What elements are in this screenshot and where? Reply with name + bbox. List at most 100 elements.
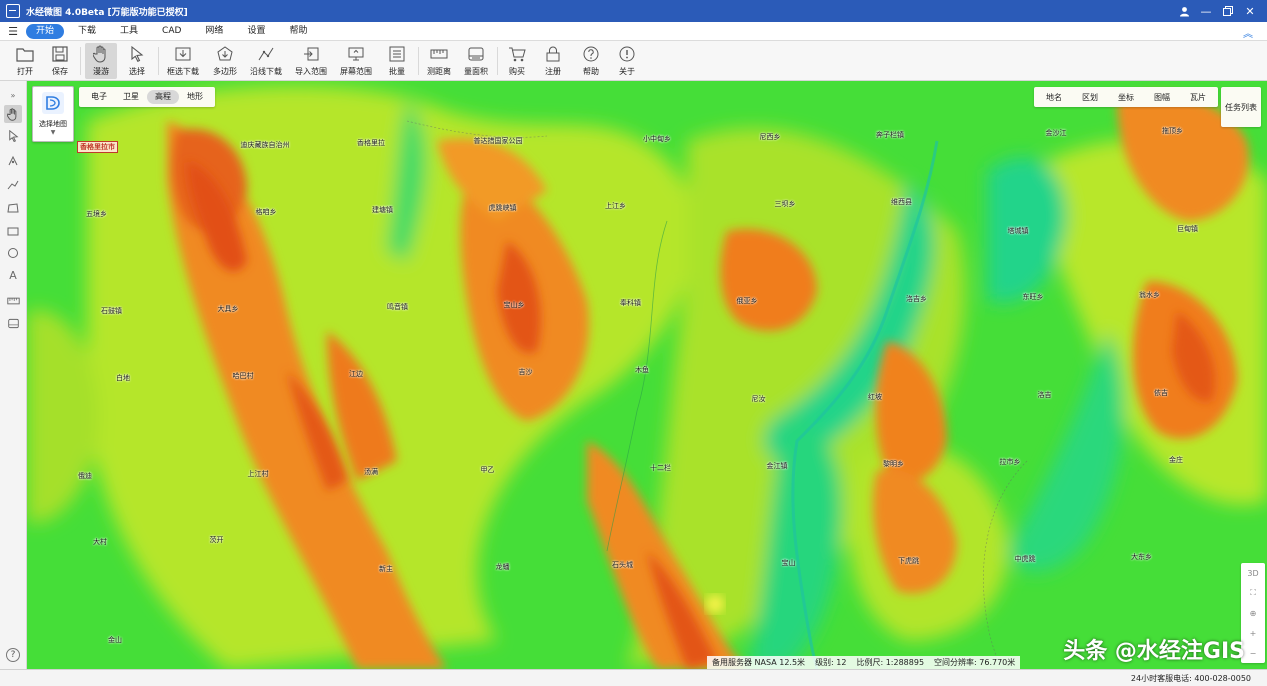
- area-tool-icon[interactable]: [4, 314, 22, 332]
- box-download-icon: [174, 45, 192, 63]
- box-download-button[interactable]: 框选下载: [164, 43, 202, 79]
- watermark: 头条 @水经注GIS: [1063, 639, 1245, 664]
- map-place-label: 石头城: [612, 561, 633, 570]
- three-d-toggle[interactable]: 3D: [1241, 563, 1265, 583]
- polygon-label: 多边形: [213, 67, 237, 76]
- fullscreen-icon[interactable]: ⛶: [1241, 583, 1265, 603]
- locate-icon[interactable]: ⊕: [1241, 603, 1265, 623]
- map-place-label: 维西县: [891, 197, 912, 206]
- restore-icon[interactable]: [1217, 0, 1239, 22]
- map-view[interactable]: 香格里拉市 迪庆藏族自治州 香格里拉 普达措国家公园 小中甸乡 尼西乡 奔子栏镇 金沙江 拖顶乡…: [27, 81, 1267, 669]
- layer-district[interactable]: 区划: [1072, 92, 1108, 103]
- save-label: 保存: [52, 67, 68, 76]
- measure-distance-button[interactable]: 测距离: [424, 43, 454, 79]
- lock-icon: [544, 45, 562, 63]
- layer-placename[interactable]: 地名: [1036, 92, 1072, 103]
- menu-cad[interactable]: CAD: [152, 24, 191, 39]
- hotline-text: 24小时客服电话: 400-028-0050: [1130, 674, 1251, 683]
- help-label: 帮助: [583, 67, 599, 76]
- map-place-label: 拉市乡: [999, 457, 1021, 466]
- polygon-tool-icon[interactable]: [4, 199, 22, 217]
- layer-coords[interactable]: 坐标: [1108, 92, 1144, 103]
- buy-button[interactable]: 购买: [503, 43, 531, 79]
- map-place-label: 尼汝: [751, 395, 766, 403]
- screen-range-button[interactable]: 屏幕范围: [337, 43, 375, 79]
- line-download-button[interactable]: 沿线下载: [247, 43, 285, 79]
- map-scale: 比例尺: 1:288895: [856, 658, 925, 667]
- task-list-button[interactable]: 任务列表: [1221, 87, 1261, 127]
- map-place-label: 小中甸乡: [643, 135, 671, 143]
- menu-start[interactable]: 开始: [26, 23, 65, 39]
- map-place-label: 中虎跳: [1014, 555, 1036, 564]
- ruler-tool-icon[interactable]: [4, 292, 22, 310]
- select-tool-icon[interactable]: [4, 127, 22, 145]
- about-button[interactable]: 关于: [613, 43, 641, 79]
- map-select-button[interactable]: 选择地图 ▼: [32, 86, 74, 142]
- map-place-label: 金庄: [1169, 455, 1183, 464]
- map-place-label: 格咱乡: [255, 207, 277, 216]
- point-tool-icon[interactable]: [4, 152, 22, 170]
- minimize-icon[interactable]: —: [1195, 0, 1217, 22]
- text-tool-icon[interactable]: A: [4, 266, 22, 284]
- batch-button[interactable]: 批量: [382, 43, 412, 79]
- menu-help[interactable]: 帮助: [279, 24, 317, 39]
- box-download-label: 框选下载: [167, 67, 199, 76]
- map-place-label: 黎明乡: [883, 459, 904, 468]
- layer-tiles[interactable]: 瓦片: [1180, 92, 1216, 103]
- map-place-label: 金山: [108, 636, 122, 644]
- expand-icon[interactable]: »: [4, 86, 22, 104]
- hamburger-menu-icon[interactable]: ☰: [0, 22, 26, 41]
- window-controls: — ✕: [1173, 0, 1261, 22]
- tab-satellite[interactable]: 卫星: [115, 90, 147, 104]
- import-range-button[interactable]: 导入范围: [292, 43, 330, 79]
- toolbar-ribbon: 打开 保存 漫游 选择 框选下载 多边形 沿线下载 导入范围 屏幕范围 批量 测…: [0, 41, 1267, 81]
- measure-area-label: 量面积: [464, 67, 488, 76]
- monitor-icon: [347, 45, 365, 63]
- map-place-label: 哈巴村: [232, 372, 254, 380]
- map-place-label: 宝山乡: [503, 301, 525, 310]
- map-place-label: 茨开: [209, 536, 224, 545]
- polygon-button[interactable]: 多边形: [208, 43, 242, 79]
- menu-settings[interactable]: 设置: [237, 24, 275, 39]
- pan-button[interactable]: 漫游: [85, 43, 117, 79]
- menu-download[interactable]: 下载: [68, 24, 106, 39]
- map-place-label: 五境乡: [86, 209, 107, 218]
- line-tool-icon[interactable]: [4, 176, 22, 194]
- collapse-ribbon-icon[interactable]: ︽: [1243, 25, 1253, 40]
- circle-tool-icon[interactable]: [4, 244, 22, 262]
- user-icon[interactable]: [1173, 0, 1195, 22]
- close-icon[interactable]: ✕: [1239, 0, 1261, 22]
- toolbar-divider: [158, 47, 159, 75]
- map-place-label: 拖顶乡: [1162, 127, 1183, 135]
- measure-area-button[interactable]: 量面积: [461, 43, 491, 79]
- save-button[interactable]: 保存: [46, 43, 74, 79]
- buy-label: 购买: [509, 67, 525, 76]
- map-place-label: 红坡: [868, 393, 882, 401]
- map-place-label: 江边: [349, 370, 363, 378]
- help-button[interactable]: 帮助: [577, 43, 605, 79]
- menu-network[interactable]: 网络: [195, 24, 233, 39]
- open-button[interactable]: 打开: [8, 43, 42, 79]
- caret-down-icon: ▼: [50, 129, 56, 136]
- map-place-label: 汤满: [364, 467, 378, 476]
- toolbar-divider: [418, 47, 419, 75]
- help-circle-icon[interactable]: ?: [6, 648, 20, 662]
- map-place-label: 俄迪: [78, 471, 92, 480]
- layer-sheet[interactable]: 图幅: [1144, 92, 1180, 103]
- select-button[interactable]: 选择: [122, 43, 152, 79]
- tab-terrain[interactable]: 地形: [179, 90, 211, 104]
- info-icon: [618, 45, 636, 63]
- map-place-label: 依吉: [1154, 389, 1168, 397]
- polygon-icon: [216, 45, 234, 63]
- map-place-label: 东旺乡: [1022, 293, 1044, 302]
- register-button[interactable]: 注册: [539, 43, 567, 79]
- pan-tool-icon[interactable]: [4, 105, 22, 123]
- rectangle-tool-icon[interactable]: [4, 222, 22, 240]
- tab-electronic[interactable]: 电子: [83, 90, 115, 104]
- map-place-label: 大具乡: [217, 305, 239, 314]
- zoom-level: 级别: 12: [815, 658, 847, 667]
- menu-tools[interactable]: 工具: [110, 24, 148, 39]
- cart-icon: [508, 45, 526, 63]
- tab-elevation[interactable]: 高程: [147, 90, 179, 104]
- question-icon: [582, 45, 600, 63]
